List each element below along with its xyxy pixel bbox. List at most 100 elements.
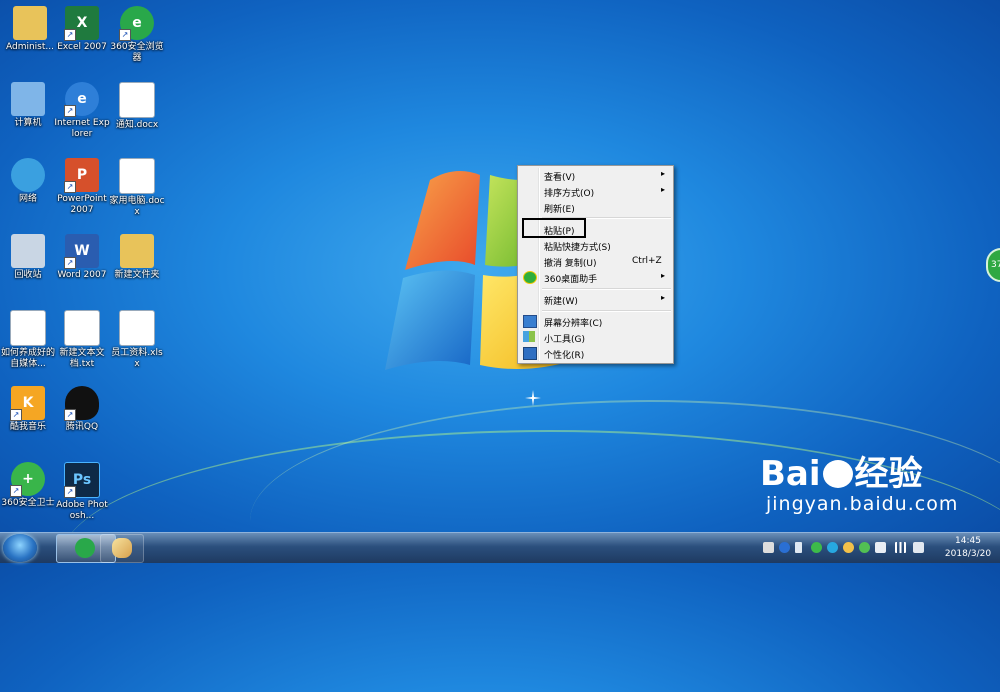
menu-item-360-desktop-assistant[interactable]: 360桌面助手 ▸ <box>520 269 671 285</box>
show-hidden-icons-icon[interactable] <box>795 542 802 553</box>
usb-tray-icon[interactable] <box>875 542 886 553</box>
menu-item-shortcut: Ctrl+Z <box>632 256 662 266</box>
baidu-watermark: Bai 经验 jingyan.baidu.com <box>760 455 958 515</box>
desktop-icon-network[interactable]: 网络 <box>0 154 56 205</box>
desktop-icon-new-text-doc[interactable]: 新建文本文档.txt <box>54 306 110 370</box>
computer-icon <box>11 82 45 116</box>
desktop-icon-label: 员工资料.xlsx <box>111 348 163 369</box>
desktop-icon-self-media-doc[interactable]: 如何养成好的自媒体... <box>0 306 56 370</box>
watermark-url: jingyan.baidu.com <box>766 493 959 515</box>
desktop-icon-label: PowerPoint 2007 <box>57 194 107 215</box>
photoshop-icon: Ps ↗ <box>64 462 100 498</box>
document-icon <box>119 82 155 118</box>
desktop-icon-label: 计算机 <box>14 118 42 128</box>
menu-item-label: 360桌面助手 <box>544 275 598 285</box>
menu-item-label: 撤消 复制(U) <box>544 259 597 269</box>
menu-item-sort-by[interactable]: 排序方式(O) ▸ <box>520 183 671 199</box>
desktop-icon-label: 酷我音乐 <box>9 422 46 432</box>
desktop-icon-internet-explorer[interactable]: e ↗ Internet Explorer <box>54 78 110 140</box>
360-security-icon: + ↗ <box>10 462 45 497</box>
signal-icon[interactable] <box>895 542 906 553</box>
help-icon[interactable] <box>779 542 790 553</box>
menu-item-paste-shortcut[interactable]: 粘贴快捷方式(S) <box>520 237 671 253</box>
submenu-arrow-icon: ▸ <box>660 293 665 302</box>
menu-item-gadgets[interactable]: 小工具(G) <box>520 329 671 345</box>
desktop-icon-label: 家用电脑.docx <box>109 196 165 217</box>
desktop-icon-label: 新建文本文档.txt <box>59 348 105 369</box>
taskbar-pinned-paint[interactable] <box>100 534 144 563</box>
menu-item-label: 查看(V) <box>544 173 576 183</box>
desktop-icon-notice-docx[interactable]: 通知.docx <box>109 78 165 131</box>
submenu-arrow-icon: ▸ <box>660 271 665 280</box>
desktop-icon-label: 360安全浏览器 <box>110 42 164 63</box>
ie-icon: e ↗ <box>64 82 99 117</box>
floating-360-widget[interactable]: 37 <box>986 248 1000 282</box>
desktop-icon-new-folder[interactable]: 新建文件夹 <box>109 230 165 281</box>
qq-tray-icon[interactable] <box>843 542 854 553</box>
paw-icon <box>822 460 853 488</box>
system-tray <box>755 537 935 559</box>
desktop-icon-excel[interactable]: X ↗ Excel 2007 <box>54 2 110 53</box>
clock-time: 14:45 <box>955 536 981 546</box>
paint-icon <box>112 538 132 558</box>
desktop-icon-label: 回收站 <box>14 270 42 280</box>
desktop-icon-label: 360安全卫士 <box>1 498 55 508</box>
keyboard-icon[interactable] <box>763 542 774 553</box>
menu-item-label: 小工具(G) <box>544 335 585 345</box>
watermark-brand-cn: 经验 <box>854 454 923 494</box>
menu-item-new[interactable]: 新建(W) ▸ <box>520 291 671 307</box>
360-browser-tray-icon[interactable] <box>827 542 838 553</box>
desktop-icon-label: 新建文件夹 <box>114 270 160 280</box>
browser-360-icon <box>75 538 95 558</box>
browser-360-icon: e ↗ <box>119 6 154 41</box>
taskbar-clock[interactable]: 14:45 2018/3/20 <box>938 535 998 561</box>
desktop-icon-employee-xlsx[interactable]: 员工资料.xlsx <box>109 306 165 370</box>
desktop-icon-computer[interactable]: 计算机 <box>0 78 56 129</box>
desktop-icon-qq[interactable]: ↗ 腾讯QQ <box>54 382 110 433</box>
menu-item-view[interactable]: 查看(V) ▸ <box>520 167 671 183</box>
desktop-icon-label: 通知.docx <box>115 120 159 130</box>
submenu-arrow-icon: ▸ <box>660 169 665 178</box>
menu-item-label: 粘贴快捷方式(S) <box>544 243 611 253</box>
desktop-icon-recycle-bin[interactable]: 回收站 <box>0 230 56 281</box>
menu-separator <box>542 310 671 312</box>
menu-item-screen-resolution[interactable]: 屏幕分辨率(C) <box>520 313 671 329</box>
powerpoint-icon: P ↗ <box>64 158 99 193</box>
desktop-icon-360-browser[interactable]: e ↗ 360安全浏览器 <box>109 2 165 64</box>
desktop-icon-label: Excel 2007 <box>57 42 107 52</box>
desktop-icon-home-pc-docx[interactable]: 家用电脑.docx <box>109 154 165 218</box>
gadgets-icon <box>523 331 535 342</box>
desktop-icon-360-security[interactable]: + ↗ 360安全卫士 <box>0 458 56 509</box>
volume-icon[interactable] <box>913 542 924 553</box>
menu-separator <box>542 288 671 290</box>
menu-item-label: 刷新(E) <box>544 205 575 215</box>
menu-item-refresh[interactable]: 刷新(E) <box>520 199 671 215</box>
folder-icon <box>120 234 154 268</box>
menu-item-label: 屏幕分辨率(C) <box>544 319 603 329</box>
taskbar: 14:45 2018/3/20 <box>0 532 1000 563</box>
desktop-icon-administrator[interactable]: Administ... <box>2 2 58 53</box>
desktop-icon-photoshop[interactable]: Ps ↗ Adobe Photosh... <box>54 458 110 522</box>
menu-item-label: 新建(W) <box>544 297 578 307</box>
360-assistant-icon <box>523 271 537 284</box>
menu-item-label: 个性化(R) <box>544 351 585 361</box>
document-icon <box>10 310 46 346</box>
360-security-tray-icon[interactable] <box>859 542 870 553</box>
text-file-icon <box>64 310 100 346</box>
desktop-icon-word[interactable]: W ↗ Word 2007 <box>54 230 110 281</box>
menu-item-personalize[interactable]: 个性化(R) <box>520 345 671 361</box>
desktop-icon-kuwo-music[interactable]: K ↗ 酷我音乐 <box>0 382 56 433</box>
start-button[interactable] <box>3 534 37 562</box>
personalize-icon <box>523 347 537 360</box>
desktop-icon-label: Administ... <box>6 42 54 52</box>
desktop-icon-label: 网络 <box>18 194 37 204</box>
desktop-icon-powerpoint[interactable]: P ↗ PowerPoint 2007 <box>54 154 110 216</box>
menu-item-label: 排序方式(O) <box>544 189 595 199</box>
clock-date: 2018/3/20 <box>944 549 992 559</box>
paste-highlight-box <box>522 218 586 238</box>
user-folder-icon <box>13 6 47 40</box>
desktop-icon-label: Word 2007 <box>57 270 107 280</box>
desktop-icon-label: 如何养成好的自媒体... <box>0 348 55 369</box>
menu-item-undo-copy[interactable]: 撤消 复制(U) Ctrl+Z <box>520 253 671 269</box>
360-tray-icon[interactable] <box>811 542 822 553</box>
